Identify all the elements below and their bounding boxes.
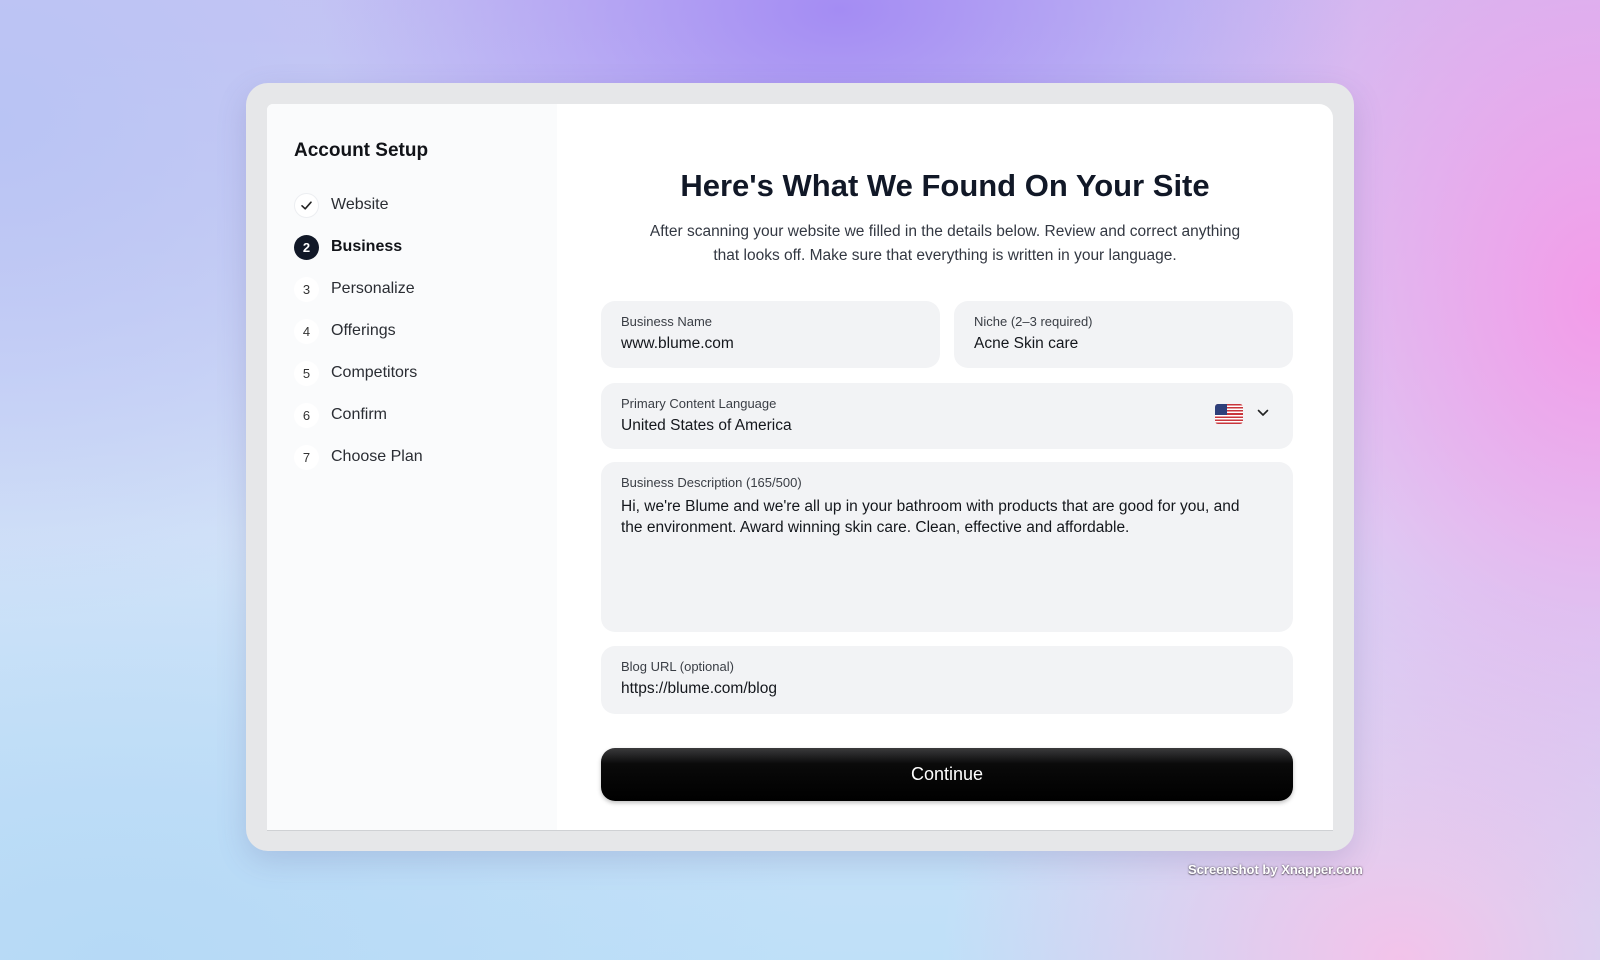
step-number: 4 [294,318,319,344]
step-number: 7 [294,444,319,470]
page-subtitle: After scanning your website we filled in… [649,223,1241,264]
setup-window: Account Setup Website 2 Business 3 Perso… [267,104,1333,831]
blog-url-label: Blog URL (optional) [621,659,734,674]
continue-button[interactable]: Continue [601,748,1293,801]
sidebar-title: Account Setup [294,140,429,161]
business-name-input[interactable]: www.blume.com [621,335,920,353]
niche-label: Niche (2–3 required) [974,314,1093,329]
language-label: Primary Content Language [621,396,777,411]
step-label: Personalize [331,280,415,297]
step-label: Confirm [331,406,388,423]
niche-field[interactable]: Niche (2–3 required) Acne Skin care [954,301,1293,368]
sidebar: Account Setup Website 2 Business 3 Perso… [267,104,557,830]
us-flag-icon [1215,404,1243,424]
step-business[interactable]: 2 Business [294,226,423,268]
step-offerings[interactable]: 4 Offerings [294,310,423,352]
step-website[interactable]: Website [294,184,423,226]
business-name-label: Business Name [621,314,713,329]
niche-input[interactable]: Acne Skin care [974,335,1273,353]
step-number: 5 [294,360,319,386]
watermark: Screenshot by Xnapper.com [1188,862,1363,877]
page-title: Here's What We Found On Your Site [680,168,1210,203]
app-frame: Account Setup Website 2 Business 3 Perso… [246,83,1354,851]
language-select[interactable]: Primary Content Language United States o… [601,383,1293,449]
step-label: Website [331,196,389,213]
step-choose-plan[interactable]: 7 Choose Plan [294,436,423,478]
step-competitors[interactable]: 5 Competitors [294,352,423,394]
checkmark-icon [294,192,319,218]
step-confirm[interactable]: 6 Confirm [294,394,423,436]
business-name-field[interactable]: Business Name www.blume.com [601,301,940,368]
step-label: Business [331,238,403,255]
step-label: Competitors [331,364,418,381]
chevron-down-icon[interactable] [1255,405,1271,421]
language-value: United States of America [621,417,792,434]
business-description-textarea[interactable]: Hi, we're Blume and we're all up in your… [621,496,1261,538]
step-number: 6 [294,402,319,428]
business-description-field[interactable]: Business Description (165/500) Hi, we're… [601,462,1293,632]
step-label: Offerings [331,322,396,339]
business-description-label: Business Description (165/500) [621,475,802,490]
step-label: Choose Plan [331,448,423,465]
step-personalize[interactable]: 3 Personalize [294,268,423,310]
setup-steps: Website 2 Business 3 Personalize 4 Offer… [294,184,423,478]
step-number: 2 [294,234,319,260]
main-panel: Here's What We Found On Your Site After … [557,104,1333,830]
blog-url-input[interactable]: https://blume.com/blog [621,680,1273,698]
blog-url-field[interactable]: Blog URL (optional) https://blume.com/bl… [601,646,1293,714]
step-number: 3 [294,276,319,302]
